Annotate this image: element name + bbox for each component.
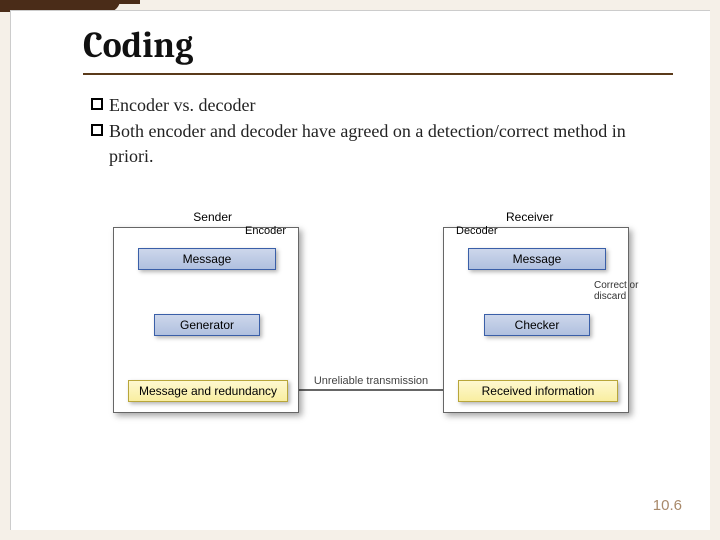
bullet-text: Both encoder and decoder have agreed on … bbox=[109, 119, 651, 168]
sender-group: Sender Encoder Message Generator Message… bbox=[113, 227, 299, 413]
slide-body: Coding Encoder vs. decoder Both encoder … bbox=[10, 10, 710, 530]
receiver-group: Receiver Decoder Message Checker Receive… bbox=[443, 227, 629, 413]
decoder-label: Decoder bbox=[456, 225, 498, 237]
bullet-item: Encoder vs. decoder bbox=[91, 93, 651, 117]
received-info-node: Received information bbox=[458, 380, 618, 402]
bullet-item: Both encoder and decoder have agreed on … bbox=[91, 119, 651, 168]
encoder-label: Encoder bbox=[245, 225, 286, 237]
title-underline bbox=[83, 73, 673, 75]
discard-label: Correct or discard bbox=[594, 280, 654, 302]
encoder-decoder-diagram: Sender Encoder Message Generator Message… bbox=[113, 207, 629, 437]
receiver-label: Receiver bbox=[506, 210, 553, 224]
slide-title: Coding bbox=[83, 25, 193, 66]
sender-message-node: Message bbox=[138, 248, 276, 270]
page-number: 10.6 bbox=[653, 497, 682, 514]
generator-node: Generator bbox=[154, 314, 260, 336]
sender-output-node: Message and redundancy bbox=[128, 380, 288, 402]
bullet-list: Encoder vs. decoder Both encoder and dec… bbox=[91, 93, 651, 170]
square-bullet-icon bbox=[91, 98, 103, 110]
square-bullet-icon bbox=[91, 124, 103, 136]
sender-label: Sender bbox=[193, 210, 232, 224]
receiver-message-node: Message bbox=[468, 248, 606, 270]
unreliable-transmission-label: Unreliable transmission bbox=[311, 375, 431, 387]
bullet-text: Encoder vs. decoder bbox=[109, 93, 651, 117]
checker-node: Checker bbox=[484, 314, 590, 336]
